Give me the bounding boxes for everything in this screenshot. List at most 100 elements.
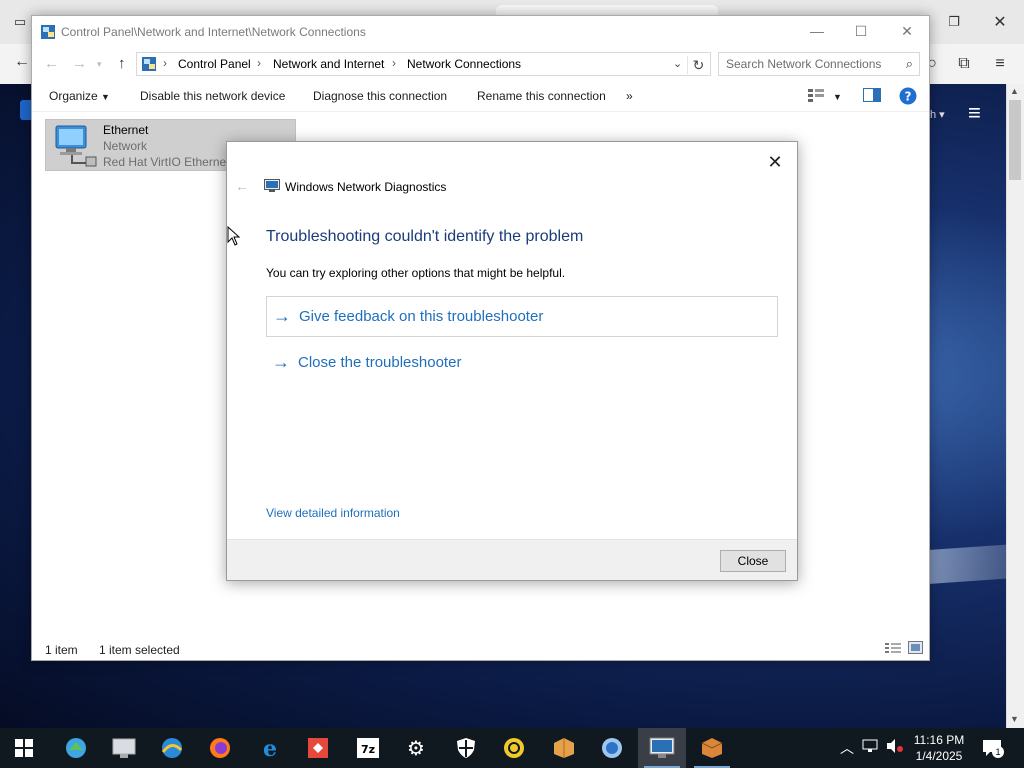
breadcrumb-control-panel[interactable]: Control Panel	[178, 57, 251, 71]
clock-date: 1/4/2025	[915, 749, 963, 763]
browser-menu-icon[interactable]: ≡	[986, 50, 1014, 78]
scroll-up-icon[interactable]: ▲	[1010, 86, 1019, 96]
dialog-app-title: Windows Network Diagnostics	[285, 180, 447, 194]
system-clock[interactable]: 11:16 PM 1/4/2025	[904, 732, 974, 764]
network-diagnostics-icon	[264, 179, 280, 192]
details-view-icon[interactable]	[885, 642, 901, 657]
breadcrumb-chevron-icon[interactable]: ›	[392, 56, 396, 70]
arrow-right-icon: →	[273, 306, 291, 326]
give-feedback-label: Give feedback on this troubleshooter	[299, 308, 544, 325]
back-arrow-icon[interactable]: ←	[235, 178, 249, 194]
notification-count-badge: 1	[992, 746, 1004, 758]
large-icons-view-icon[interactable]	[908, 641, 923, 657]
breadcrumb-network-internet[interactable]: Network and Internet	[273, 57, 384, 71]
arrow-right-icon: →	[272, 352, 290, 372]
show-hidden-icons-chevron-icon[interactable]: ︿	[840, 738, 854, 758]
server-manager-icon[interactable]	[100, 728, 148, 768]
close-button[interactable]: Close	[720, 550, 786, 572]
browser-close-icon[interactable]: ✕	[986, 8, 1014, 36]
browser-globe-icon[interactable]	[588, 728, 636, 768]
network-connections-icon[interactable]	[638, 728, 686, 768]
connection-status: Network	[103, 139, 148, 153]
taskbar: e 7z ⚙ ︿ 11:16 PM 1/4/2025 1	[0, 728, 1024, 768]
notifications-icon[interactable]: 1	[982, 738, 1004, 761]
ie-globe-icon[interactable]	[148, 728, 196, 768]
control-panel-icon	[142, 57, 156, 71]
window-title: Control Panel\Network and Internet\Netwo…	[61, 25, 366, 39]
seven-zip-icon[interactable]: 7z	[344, 728, 392, 768]
dialog-heading: Troubleshooting couldn't identify the pr…	[266, 228, 584, 245]
browser-scrollbar[interactable]	[1006, 84, 1024, 728]
item-count: 1 item	[45, 643, 78, 657]
start-icon[interactable]	[0, 728, 48, 768]
view-options-chevron-icon[interactable]: ▼	[833, 92, 842, 102]
forward-arrow-icon[interactable]: →	[72, 55, 87, 72]
dialog-footer: Close	[227, 539, 797, 580]
organize-label: Organize	[49, 89, 98, 103]
mouse-cursor-icon	[227, 226, 241, 246]
change-view-icon[interactable]	[808, 88, 824, 105]
more-commands-button[interactable]: »	[626, 89, 633, 103]
settings-icon[interactable]: ⚙	[392, 728, 440, 768]
breadcrumb-chevron-icon[interactable]: ›	[163, 56, 167, 70]
svg-text:7z: 7z	[361, 743, 375, 756]
back-arrow-icon[interactable]: ←	[44, 55, 59, 72]
browser-scroll-thumb[interactable]	[1009, 100, 1021, 180]
control-panel-icon	[41, 25, 55, 39]
connection-name: Ethernet	[103, 123, 149, 137]
edge-legacy-icon[interactable]: e	[246, 728, 294, 768]
minimize-icon[interactable]: —	[794, 16, 840, 46]
chevron-down-icon: ▼	[101, 92, 110, 102]
package-icon[interactable]	[540, 728, 588, 768]
help-icon[interactable]: ?	[899, 87, 917, 108]
selection-count: 1 item selected	[99, 643, 180, 657]
preview-pane-icon[interactable]	[863, 88, 881, 105]
search-input[interactable]: Search Network Connections ⌕	[718, 52, 920, 76]
organize-menu[interactable]: Organize ▼	[49, 89, 110, 103]
search-placeholder: Search Network Connections	[726, 57, 882, 71]
connection-device: Red Hat VirtIO Ethernet	[103, 155, 230, 169]
network-app-icon[interactable]	[52, 728, 100, 768]
close-window-icon[interactable]: ✕	[884, 16, 930, 46]
network-adapter-icon	[55, 125, 97, 167]
svg-text:e: e	[263, 736, 277, 760]
address-bar[interactable]: › Control Panel › Network and Internet ›…	[136, 52, 711, 76]
rename-button[interactable]: Rename this connection	[477, 89, 606, 103]
disable-device-button[interactable]: Disable this network device	[140, 89, 285, 103]
close-troubleshooter-option[interactable]: → Close the troubleshooter	[266, 342, 778, 383]
view-detailed-information-link[interactable]: View detailed information	[266, 506, 400, 520]
network-status-icon[interactable]	[862, 738, 878, 757]
clock-time: 11:16 PM	[913, 733, 965, 747]
svg-text:?: ?	[905, 90, 912, 104]
breadcrumb-chevron-icon[interactable]: ›	[257, 56, 261, 70]
search-icon: ⌕	[905, 56, 913, 71]
network-diagnostics-dialog: ✕ ← Windows Network Diagnostics Troubles…	[226, 141, 798, 581]
defender-shield-icon[interactable]	[442, 728, 490, 768]
remote-desktop-icon[interactable]	[490, 728, 538, 768]
status-bar: 1 item 1 item selected	[32, 638, 929, 660]
close-troubleshooter-label: Close the troubleshooter	[298, 354, 462, 371]
window-titlebar[interactable]: Control Panel\Network and Internet\Netwo…	[32, 16, 929, 48]
volume-muted-icon[interactable]	[886, 738, 904, 757]
diagnose-button[interactable]: Diagnose this connection	[313, 89, 447, 103]
give-feedback-option[interactable]: → Give feedback on this troubleshooter	[266, 296, 778, 337]
tab-actions-icon[interactable]: ▭	[6, 8, 34, 36]
hamburger-menu-icon[interactable]: ≡	[968, 100, 981, 126]
address-row: ← → ▾ ↑ › Control Panel › Network and In…	[32, 49, 929, 79]
scroll-down-icon[interactable]: ▼	[1010, 714, 1019, 724]
recent-locations-icon[interactable]: ▾	[97, 59, 102, 70]
close-dialog-icon[interactable]: ✕	[761, 148, 789, 176]
browser-menu-fragment: h ▾	[930, 109, 945, 121]
breadcrumb-network-connections[interactable]: Network Connections	[407, 57, 521, 71]
command-bar: Organize ▼ Disable this network device D…	[32, 82, 929, 112]
up-arrow-icon[interactable]: ↑	[118, 55, 126, 72]
puzzle-icon[interactable]: ⧉	[950, 50, 978, 78]
browser-restore-icon[interactable]: ❐	[940, 8, 968, 36]
firefox-icon[interactable]	[196, 728, 244, 768]
dialog-subtext: You can try exploring other options that…	[266, 266, 566, 280]
refresh-icon[interactable]: ↻	[687, 56, 709, 74]
git-icon[interactable]	[294, 728, 342, 768]
maximize-icon[interactable]: ☐	[838, 16, 884, 46]
package-box-icon[interactable]	[688, 728, 736, 768]
address-dropdown-icon[interactable]: ⌄	[673, 57, 682, 70]
